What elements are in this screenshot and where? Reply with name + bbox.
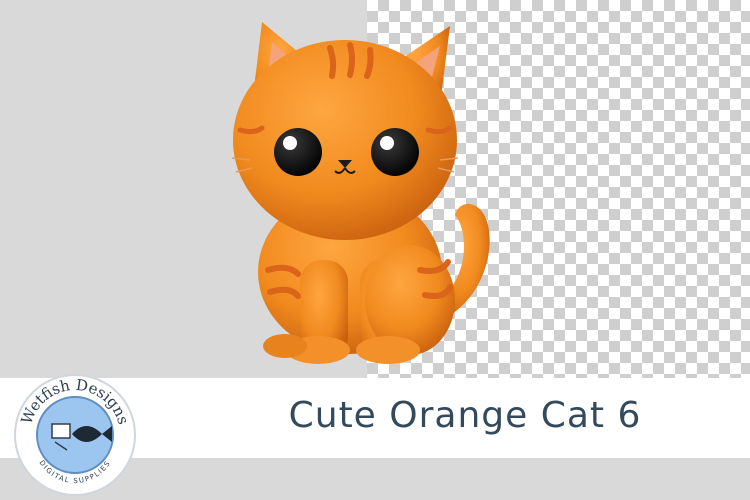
document-icon (51, 423, 71, 439)
cat-eye-left (274, 128, 322, 176)
product-image: Cute Orange Cat 6 Wetfish Designs DIGITA… (0, 0, 750, 500)
cat-head (233, 40, 457, 240)
cat-eye-right (371, 128, 419, 176)
orange-cat-figurine (231, 22, 490, 364)
wetfish-designs-logo: Wetfish Designs DIGITAL SUPPLIES (14, 374, 136, 496)
cat-back-paw (263, 334, 307, 358)
product-title: Cute Orange Cat 6 (288, 395, 642, 436)
cat-paw-right (356, 336, 420, 364)
